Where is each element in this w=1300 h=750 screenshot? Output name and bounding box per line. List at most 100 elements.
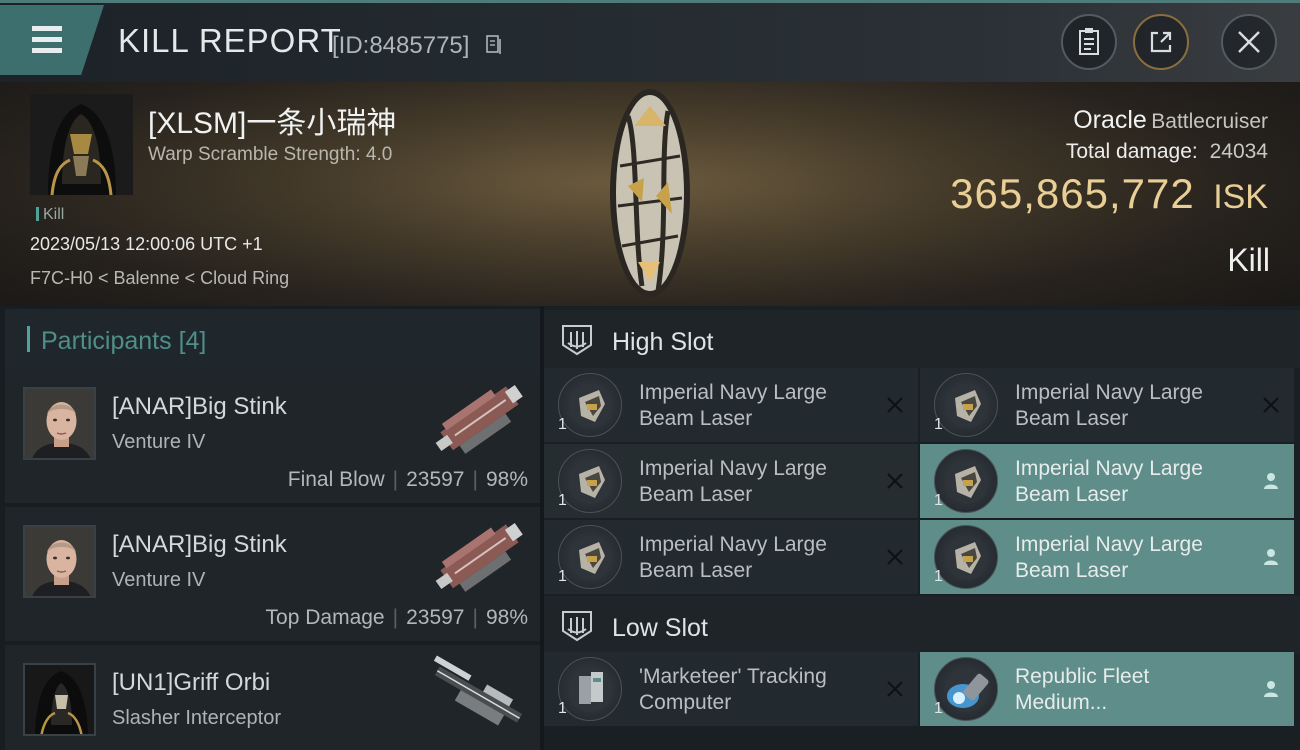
module-name: Imperial Navy Large Beam Laser (639, 381, 827, 430)
module-icon (934, 525, 998, 589)
low-slot-icon (562, 611, 592, 642)
module-quantity: 1 (558, 700, 567, 717)
total-damage-value: 24034 (1209, 140, 1268, 163)
kill-tag: Kill (36, 206, 64, 224)
destroyed-x-icon (887, 473, 903, 489)
module-name: 'Marketeer' Tracking Computer (639, 665, 827, 714)
participant-ship-render (435, 385, 523, 454)
menu-button[interactable] (0, 5, 104, 75)
participant-percent: 98% (485, 468, 528, 491)
high-slot-label: High Slot (612, 328, 714, 356)
module-name: Imperial Navy Large Beam Laser (1015, 457, 1203, 506)
hooded-figure-avatar (30, 94, 133, 196)
high-slot-header: High Slot (544, 310, 1300, 368)
module-icon (558, 373, 622, 437)
total-damage: Total damage: 24034 (1066, 140, 1268, 164)
module-quantity: 1 (558, 416, 567, 433)
isk-value: 365,865,772 ISK (950, 170, 1268, 218)
close-button[interactable] (1221, 14, 1277, 70)
ship-render[interactable] (598, 86, 702, 300)
module-icon (558, 657, 622, 721)
participant-role: Top Damage (265, 606, 385, 629)
participants-title: Participants (41, 327, 172, 355)
module-quantity: 1 (934, 700, 943, 717)
module-name: Imperial Navy Large Beam Laser (1015, 381, 1203, 430)
ship-name: Oracle (1073, 106, 1147, 134)
destroyed-x-icon (1263, 397, 1279, 413)
participants-count: [4] (178, 327, 207, 355)
module-icon (934, 657, 998, 721)
participant-row[interactable]: [ANAR]Big Stink Venture IV Top Damage | 23… (5, 507, 540, 641)
destroyed-x-icon (887, 549, 903, 565)
module-tile[interactable]: 1 Republic Fleet Medium... (920, 652, 1294, 726)
destroyed-x-icon (887, 397, 903, 413)
module-tile[interactable]: 1 Imperial Navy Large Beam Laser (920, 368, 1294, 442)
fitting-panel: High Slot 1 Imperial Navy Large Beam Laser… (544, 306, 1300, 750)
person-icon (1264, 549, 1278, 565)
page-title: KILL REPORT (118, 22, 342, 59)
module-icon (558, 449, 622, 513)
ship-class: Battlecruiser (1151, 110, 1268, 133)
module-tile[interactable]: 1 Imperial Navy Large Beam Laser (920, 444, 1294, 518)
module-tile[interactable]: 1 Imperial Navy Large Beam Laser (544, 520, 918, 594)
module-quantity: 1 (558, 568, 567, 585)
clipboard-icon (1079, 28, 1099, 55)
person-icon (1264, 681, 1278, 697)
result-label: Kill (1227, 242, 1270, 278)
share-button[interactable] (1133, 14, 1189, 70)
module-tile[interactable]: 1 'Marketeer' Tracking Computer (544, 652, 918, 726)
share-icon (1150, 31, 1172, 53)
warp-scramble-strength: Warp Scramble Strength: 4.0 (148, 144, 393, 165)
participant-stats: Final Blow | 23597 | 98% (287, 468, 528, 491)
total-damage-label: Total damage: (1065, 140, 1198, 163)
participants-header: Participants [4] (5, 309, 540, 369)
module-icon (558, 525, 622, 589)
module-name: Republic Fleet Medium... (1015, 665, 1150, 714)
participant-ship-render (435, 523, 523, 592)
person-icon (1264, 473, 1278, 489)
isk-amount: 365,865,772 (950, 170, 1195, 217)
kill-datetime: 2023/05/13 12:00:06 UTC +1 (30, 234, 263, 254)
participant-ship: Venture IV (112, 431, 206, 453)
participant-row[interactable]: [UN1]Griff Orbi Slasher Interceptor (5, 645, 540, 750)
participant-name[interactable]: [UN1]Griff Orbi (112, 669, 270, 697)
victim-banner: [XLSM]一条小瑞神 Warp Scramble Strength: 4.0 … (0, 82, 1300, 306)
module-icon (934, 373, 998, 437)
kill-location[interactable]: F7C-H0 < Balenne < Cloud Ring (30, 268, 289, 289)
participant-damage: 23597 (406, 606, 465, 629)
close-icon (1238, 31, 1260, 53)
module-name: Imperial Navy Large Beam Laser (1015, 533, 1203, 582)
header-bar: KILL REPORT [ID:8485775] (0, 0, 1300, 82)
module-tile[interactable]: 1 Imperial Navy Large Beam Laser (544, 444, 918, 518)
low-slot-label: Low Slot (612, 614, 708, 642)
copy-icon[interactable] (484, 34, 504, 56)
isk-unit: ISK (1213, 178, 1268, 216)
victim-portrait[interactable] (30, 94, 133, 196)
module-tile[interactable]: 1 Imperial Navy Large Beam Laser (544, 368, 918, 442)
participant-avatar (23, 525, 96, 598)
participant-stats: Top Damage | 23597 | 98% (265, 606, 528, 629)
low-slot-header: Low Slot (544, 596, 1300, 654)
module-quantity: 1 (558, 492, 567, 509)
clipboard-button[interactable] (1061, 14, 1117, 70)
participant-percent: 98% (485, 606, 528, 629)
module-icon (934, 449, 998, 513)
module-quantity: 1 (934, 492, 943, 509)
participant-avatar (23, 663, 96, 736)
participant-role: Final Blow (287, 468, 385, 491)
participant-row[interactable]: [ANAR]Big Stink Venture IV Final Blow | 23… (5, 369, 540, 503)
participant-name[interactable]: [ANAR]Big Stink (112, 393, 287, 421)
module-quantity: 1 (934, 416, 943, 433)
victim-name[interactable]: [XLSM]一条小瑞神 (148, 98, 396, 142)
victim-ship[interactable]: Oracle Battlecruiser (1073, 106, 1268, 135)
report-id: [ID:8485775] (332, 32, 470, 59)
participant-name[interactable]: [ANAR]Big Stink (112, 531, 287, 559)
module-name: Imperial Navy Large Beam Laser (639, 457, 827, 506)
participant-ship: Slasher Interceptor (112, 707, 281, 729)
participant-damage: 23597 (406, 468, 465, 491)
participant-avatar (23, 387, 96, 460)
header-accent-line (0, 0, 1300, 3)
module-tile[interactable]: 1 Imperial Navy Large Beam Laser (920, 520, 1294, 594)
destroyed-x-icon (887, 681, 903, 697)
module-name: Imperial Navy Large Beam Laser (639, 533, 827, 582)
